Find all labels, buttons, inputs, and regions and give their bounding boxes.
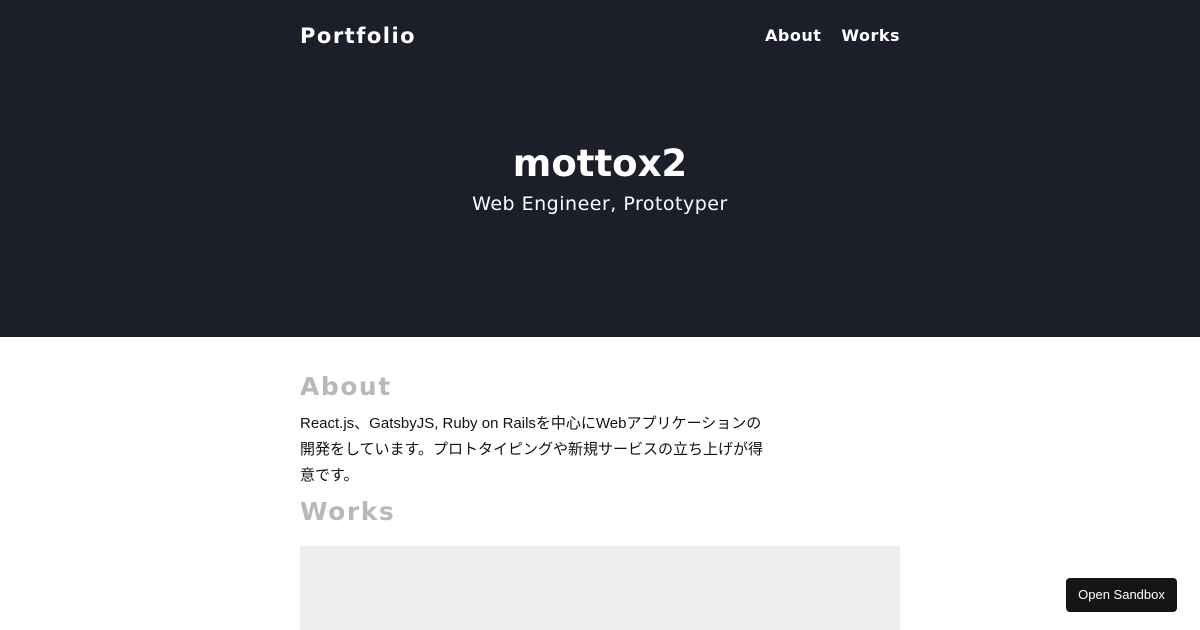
works-heading: Works <box>300 497 396 526</box>
main-nav: About Works <box>765 26 900 46</box>
hero-subtitle: Web Engineer, Prototyper <box>472 193 728 215</box>
top-navigation-bar: Portfolio About Works <box>300 0 900 72</box>
brand-link[interactable]: Portfolio <box>300 22 416 50</box>
open-sandbox-button[interactable]: Open Sandbox <box>1066 578 1177 612</box>
hero-title: mottox2 <box>512 142 688 185</box>
nav-link-about[interactable]: About <box>765 26 821 46</box>
about-description: React.js、GatsbyJS, Ruby on Railsを中心にWebア… <box>300 415 764 484</box>
works-card-placeholder[interactable] <box>300 546 900 630</box>
hero-section: Portfolio About Works mottox2 Web Engine… <box>0 0 1200 337</box>
nav-link-works[interactable]: Works <box>841 26 900 46</box>
about-heading: About <box>300 372 392 401</box>
